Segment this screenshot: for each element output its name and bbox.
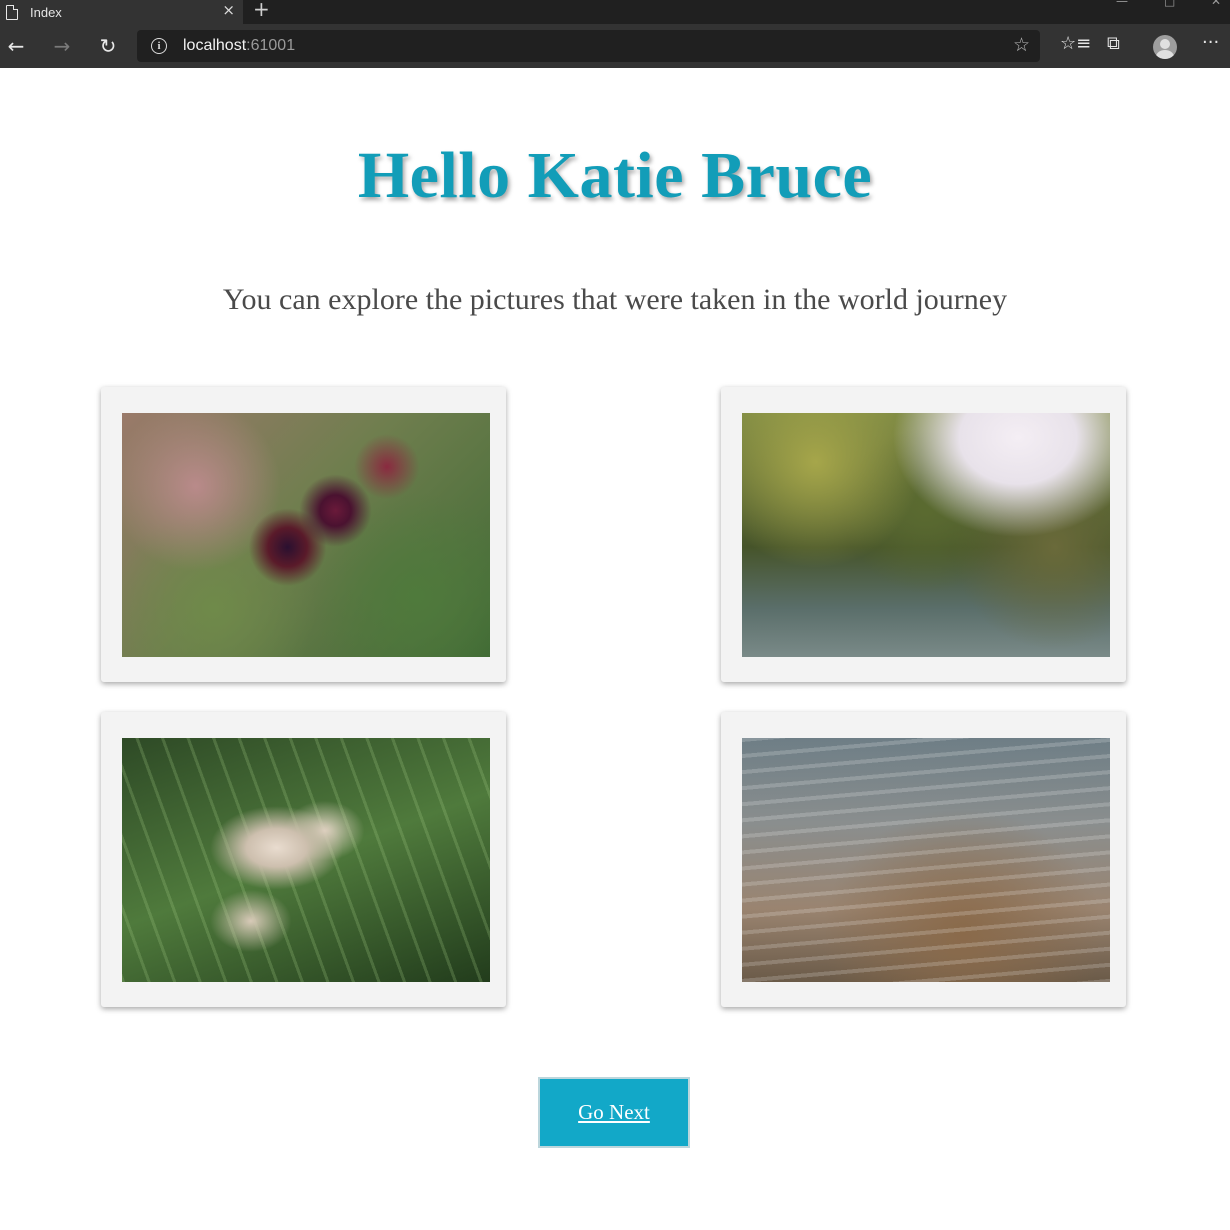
photo-trees: [742, 413, 1110, 657]
browser-tab[interactable]: Index ×: [0, 0, 243, 24]
photo-wildflowers: [122, 738, 490, 982]
photo-water: [742, 738, 1110, 982]
collections-icon[interactable]: ⧉: [1107, 33, 1120, 54]
forward-icon[interactable]: →: [49, 33, 75, 59]
address-bar[interactable]: i localhost:61001 ☆: [137, 30, 1040, 62]
photo-blackberries: [122, 413, 490, 657]
url-host: localhost: [183, 37, 247, 54]
tab-strip: Index × + — □ ✕: [0, 0, 1230, 24]
photo-card: [101, 712, 506, 1007]
url-port: :61001: [246, 37, 296, 54]
page-title: Hello Katie Bruce: [357, 139, 873, 212]
go-next-button[interactable]: Go Next: [538, 1077, 690, 1148]
new-tab-icon[interactable]: +: [253, 0, 270, 21]
minimize-icon[interactable]: —: [1116, 0, 1128, 8]
more-options-icon[interactable]: ···: [1202, 32, 1219, 53]
tab-title: Index: [30, 4, 62, 20]
maximize-icon[interactable]: □: [1164, 0, 1175, 8]
favorites-icon[interactable]: ☆≡: [1060, 33, 1091, 54]
reload-icon[interactable]: ↻: [95, 33, 121, 59]
favorite-star-icon[interactable]: ☆: [1013, 34, 1030, 56]
profile-avatar[interactable]: [1153, 35, 1177, 59]
photo-card: [101, 387, 506, 682]
navigation-bar: ← → ↻ i localhost:61001 ☆ ☆≡ ⧉ ···: [0, 24, 1230, 68]
site-info-icon[interactable]: i: [151, 38, 167, 54]
close-window-icon[interactable]: ✕: [1211, 0, 1221, 8]
page-icon: [6, 4, 18, 20]
photo-card: [721, 387, 1126, 682]
photo-card: [721, 712, 1126, 1007]
url-text: localhost:61001: [183, 37, 295, 55]
back-icon[interactable]: ←: [3, 33, 29, 59]
page-subtitle: You can explore the pictures that were t…: [222, 283, 1008, 316]
page-content: Hello Katie Bruce You can explore the pi…: [0, 68, 1230, 1230]
close-tab-icon[interactable]: ×: [222, 1, 235, 19]
